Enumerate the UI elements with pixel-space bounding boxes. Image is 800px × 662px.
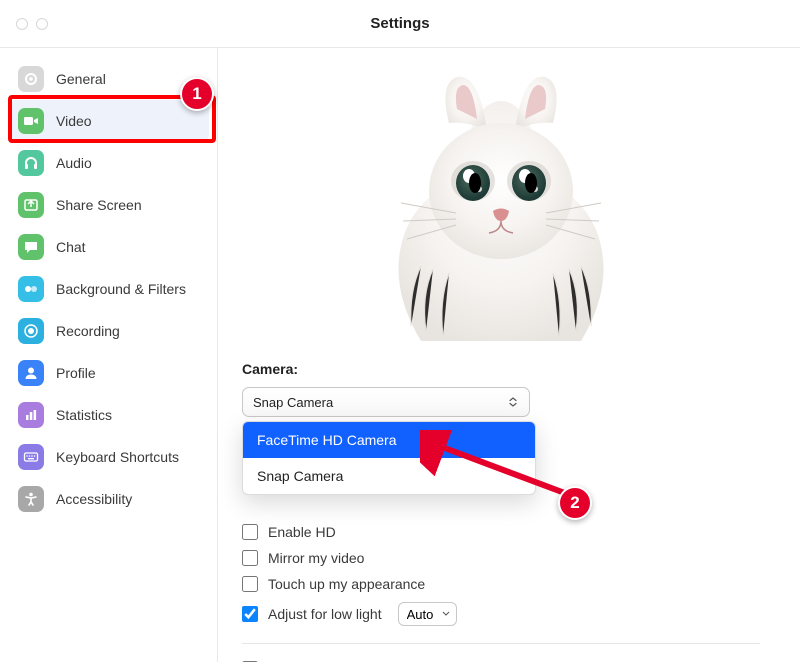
enable-hd-label: Enable HD [268, 524, 336, 540]
touch-up-label: Touch up my appearance [268, 576, 425, 592]
low-light-checkbox[interactable] [242, 606, 258, 622]
low-light-label: Adjust for low light [268, 606, 382, 622]
sidebar-item-label: Background & Filters [56, 281, 186, 297]
chat-icon [18, 234, 44, 260]
profile-icon [18, 360, 44, 386]
participant-name-option[interactable]: Always display participant name on their… [242, 656, 760, 662]
titlebar: Settings [0, 0, 800, 48]
sidebar-item-label: Keyboard Shortcuts [56, 449, 179, 465]
keyboard-icon [18, 444, 44, 470]
sidebar-item-statistics[interactable]: Statistics [8, 394, 209, 436]
mirror-video-option[interactable]: Mirror my video [242, 545, 760, 571]
sidebar-item-general[interactable]: General [8, 58, 209, 100]
touch-up-checkbox[interactable] [242, 576, 258, 592]
low-light-option[interactable]: Adjust for low light Auto [242, 597, 760, 631]
sidebar-item-label: Recording [56, 323, 120, 339]
content-pane: Camera: Snap Camera FaceTime HD CameraSn… [218, 48, 800, 662]
cat-preview-image [361, 61, 641, 341]
gear-icon [18, 66, 44, 92]
touch-up-option[interactable]: Touch up my appearance [242, 571, 760, 597]
mirror-video-checkbox[interactable] [242, 550, 258, 566]
minimize-dot[interactable] [36, 18, 48, 30]
video-preview [242, 56, 760, 341]
sidebar-item-label: Accessibility [56, 491, 132, 507]
camera-option[interactable]: FaceTime HD Camera [243, 422, 535, 458]
sidebar-item-label: General [56, 71, 106, 87]
annotation-circle-2: 2 [558, 486, 592, 520]
camera-dropdown-menu: FaceTime HD CameraSnap Camera [242, 421, 536, 495]
sidebar-item-audio[interactable]: Audio [8, 142, 209, 184]
filters-icon [18, 276, 44, 302]
stats-icon [18, 402, 44, 428]
sidebar-item-label: Statistics [56, 407, 112, 423]
camera-option[interactable]: Snap Camera [243, 458, 535, 494]
sidebar-item-label: Audio [56, 155, 92, 171]
camera-dropdown[interactable]: Snap Camera FaceTime HD CameraSnap Camer… [242, 387, 530, 417]
video-icon [18, 108, 44, 134]
sidebar: General Video Audio Share Screen Chat Backgro… [0, 48, 218, 662]
enable-hd-checkbox[interactable] [242, 524, 258, 540]
mirror-video-label: Mirror my video [268, 550, 364, 566]
divider [242, 643, 760, 644]
annotation-circle-1: 1 [180, 77, 214, 111]
share-icon [18, 192, 44, 218]
sidebar-item-accessibility[interactable]: Accessibility [8, 478, 209, 520]
settings-window: Settings General Video Audio Share Screen Ch… [0, 0, 800, 662]
headphones-icon [18, 150, 44, 176]
camera-selected-value: Snap Camera [253, 395, 333, 410]
sidebar-item-keyboard-shortcuts[interactable]: Keyboard Shortcuts [8, 436, 209, 478]
sidebar-item-recording[interactable]: Recording [8, 310, 209, 352]
camera-select-button[interactable]: Snap Camera [242, 387, 530, 417]
close-dot[interactable] [16, 18, 28, 30]
enable-hd-option[interactable]: Enable HD [242, 519, 760, 545]
window-title: Settings [0, 15, 800, 32]
sidebar-item-label: Video [56, 113, 92, 129]
chevron-updown-icon [507, 396, 519, 408]
low-light-mode-select[interactable]: Auto [398, 602, 457, 626]
sidebar-item-label: Profile [56, 365, 96, 381]
sidebar-item-video[interactable]: Video [8, 100, 209, 142]
camera-label: Camera: [242, 361, 760, 377]
sidebar-item-background-filters[interactable]: Background & Filters [8, 268, 209, 310]
sidebar-item-label: Chat [56, 239, 86, 255]
sidebar-item-chat[interactable]: Chat [8, 226, 209, 268]
accessibility-icon [18, 486, 44, 512]
record-icon [18, 318, 44, 344]
sidebar-item-label: Share Screen [56, 197, 142, 213]
window-controls[interactable] [16, 18, 48, 30]
sidebar-item-profile[interactable]: Profile [8, 352, 209, 394]
sidebar-item-share-screen[interactable]: Share Screen [8, 184, 209, 226]
